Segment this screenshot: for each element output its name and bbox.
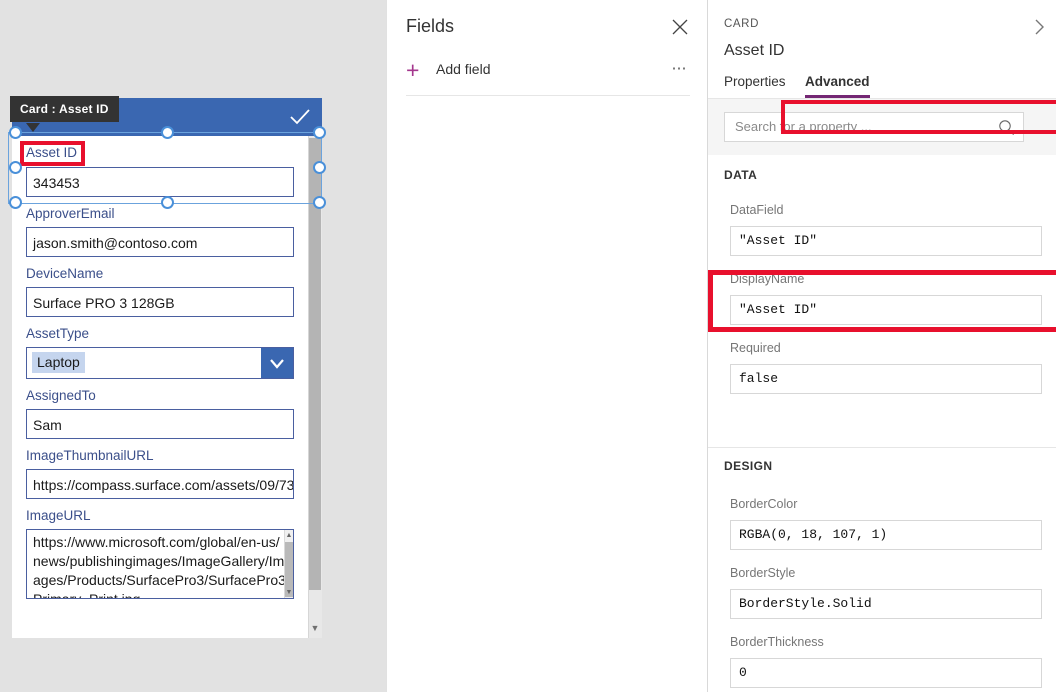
add-field-button[interactable]: + Add field ⋯ xyxy=(406,57,690,87)
property-label-borderstyle: BorderStyle xyxy=(730,566,795,580)
resize-handle-bottom-left[interactable] xyxy=(9,196,22,209)
form-field-label: AssignedTo xyxy=(26,379,294,409)
property-value-borderthickness[interactable]: 0 xyxy=(730,658,1042,688)
scroll-up-icon[interactable]: ▲ xyxy=(285,530,293,541)
form-field-input[interactable]: Sam xyxy=(26,409,294,439)
form-field-assettype[interactable]: AssetType Laptop xyxy=(12,317,308,379)
displayname-property-highlight xyxy=(708,270,1056,332)
card-tooltip-pointer xyxy=(26,123,40,132)
resize-handle-top-left[interactable] xyxy=(9,126,22,139)
resize-handle-mid-right[interactable] xyxy=(313,161,326,174)
property-value-required[interactable]: false xyxy=(730,364,1042,394)
form-field-imageurl[interactable]: ImageURL https://www.microsoft.com/globa… xyxy=(12,499,308,599)
property-label-required: Required xyxy=(730,341,781,355)
form-card-container: Asset ID 343453 ApproverEmail jason.smit… xyxy=(12,98,322,638)
dropdown-selected-value: Laptop xyxy=(32,352,85,373)
section-header-design: DESIGN xyxy=(724,459,772,473)
card-tooltip: Card : Asset ID xyxy=(10,96,119,122)
form-field-input[interactable]: 343453 xyxy=(26,167,294,197)
close-icon[interactable] xyxy=(669,16,691,38)
form-field-label: AssetType xyxy=(26,317,294,347)
tab-advanced[interactable]: Advanced xyxy=(805,74,870,98)
form-field-label: Asset ID xyxy=(26,136,294,167)
property-value-bordercolor[interactable]: RGBA(0, 18, 107, 1) xyxy=(730,520,1042,550)
form-body: Asset ID 343453 ApproverEmail jason.smit… xyxy=(12,136,308,638)
form-field-textarea[interactable]: https://www.microsoft.com/global/en-us/n… xyxy=(26,529,294,599)
form-field-devicename[interactable]: DeviceName Surface PRO 3 128GB xyxy=(12,257,308,317)
ellipsis-icon[interactable]: ⋯ xyxy=(672,59,689,77)
form-field-textarea-value: https://www.microsoft.com/global/en-us/n… xyxy=(33,534,286,599)
property-value-borderstyle[interactable]: BorderStyle.Solid xyxy=(730,589,1042,619)
panel-title: Asset ID xyxy=(724,42,784,60)
form-field-input[interactable]: Surface PRO 3 128GB xyxy=(26,287,294,317)
asset-id-label-highlight: Asset ID xyxy=(24,145,81,162)
scroll-down-icon[interactable]: ▼ xyxy=(285,587,293,598)
section-header-data: DATA xyxy=(724,168,757,182)
panel-kicker: CARD xyxy=(724,18,759,30)
form-field-asset-id[interactable]: Asset ID 343453 xyxy=(12,136,308,197)
form-field-label: DeviceName xyxy=(26,257,294,287)
custom-field-highlight xyxy=(781,100,1056,134)
resize-handle-top-right[interactable] xyxy=(313,126,326,139)
resize-handle-top-center[interactable] xyxy=(161,126,174,139)
resize-handle-bottom-right[interactable] xyxy=(313,196,326,209)
form-field-dropdown[interactable]: Laptop xyxy=(26,347,294,379)
form-field-approveremail[interactable]: ApproverEmail jason.smith@contoso.com xyxy=(12,197,308,257)
tab-properties[interactable]: Properties xyxy=(724,74,786,98)
form-field-label: ApproverEmail xyxy=(26,197,294,227)
chevron-down-icon[interactable] xyxy=(261,348,293,378)
form-field-label: ImageThumbnailURL xyxy=(26,439,294,469)
property-value-datafield[interactable]: "Asset ID" xyxy=(730,226,1042,256)
resize-handle-bottom-center[interactable] xyxy=(161,196,174,209)
plus-icon: + xyxy=(406,60,426,80)
add-field-label: Add field xyxy=(436,61,490,77)
property-label-borderthickness: BorderThickness xyxy=(730,635,824,649)
check-icon[interactable] xyxy=(287,104,313,130)
fields-panel-title: Fields xyxy=(406,16,454,37)
scroll-down-icon[interactable]: ▼ xyxy=(309,622,321,634)
form-field-label: ImageURL xyxy=(26,499,294,529)
chevron-right-icon[interactable] xyxy=(1028,16,1050,38)
divider xyxy=(708,447,1056,448)
textarea-scrollbar[interactable]: ▲ ▼ xyxy=(284,530,293,598)
app-canvas: Asset ID 343453 ApproverEmail jason.smit… xyxy=(0,0,386,692)
form-field-imagethumbnailurl[interactable]: ImageThumbnailURL https://compass.surfac… xyxy=(12,439,308,499)
fields-panel: Fields + Add field ⋯ Asset ID (custom) ⋯… xyxy=(386,0,708,692)
property-label-datafield: DataField xyxy=(730,203,784,217)
property-label-bordercolor: BorderColor xyxy=(730,497,797,511)
form-field-input[interactable]: jason.smith@contoso.com xyxy=(26,227,294,257)
resize-handle-mid-left[interactable] xyxy=(9,161,22,174)
form-field-assignedto[interactable]: AssignedTo Sam xyxy=(12,379,308,439)
form-field-input[interactable]: https://compass.surface.com/assets/09/73… xyxy=(26,469,294,499)
divider xyxy=(406,95,690,96)
